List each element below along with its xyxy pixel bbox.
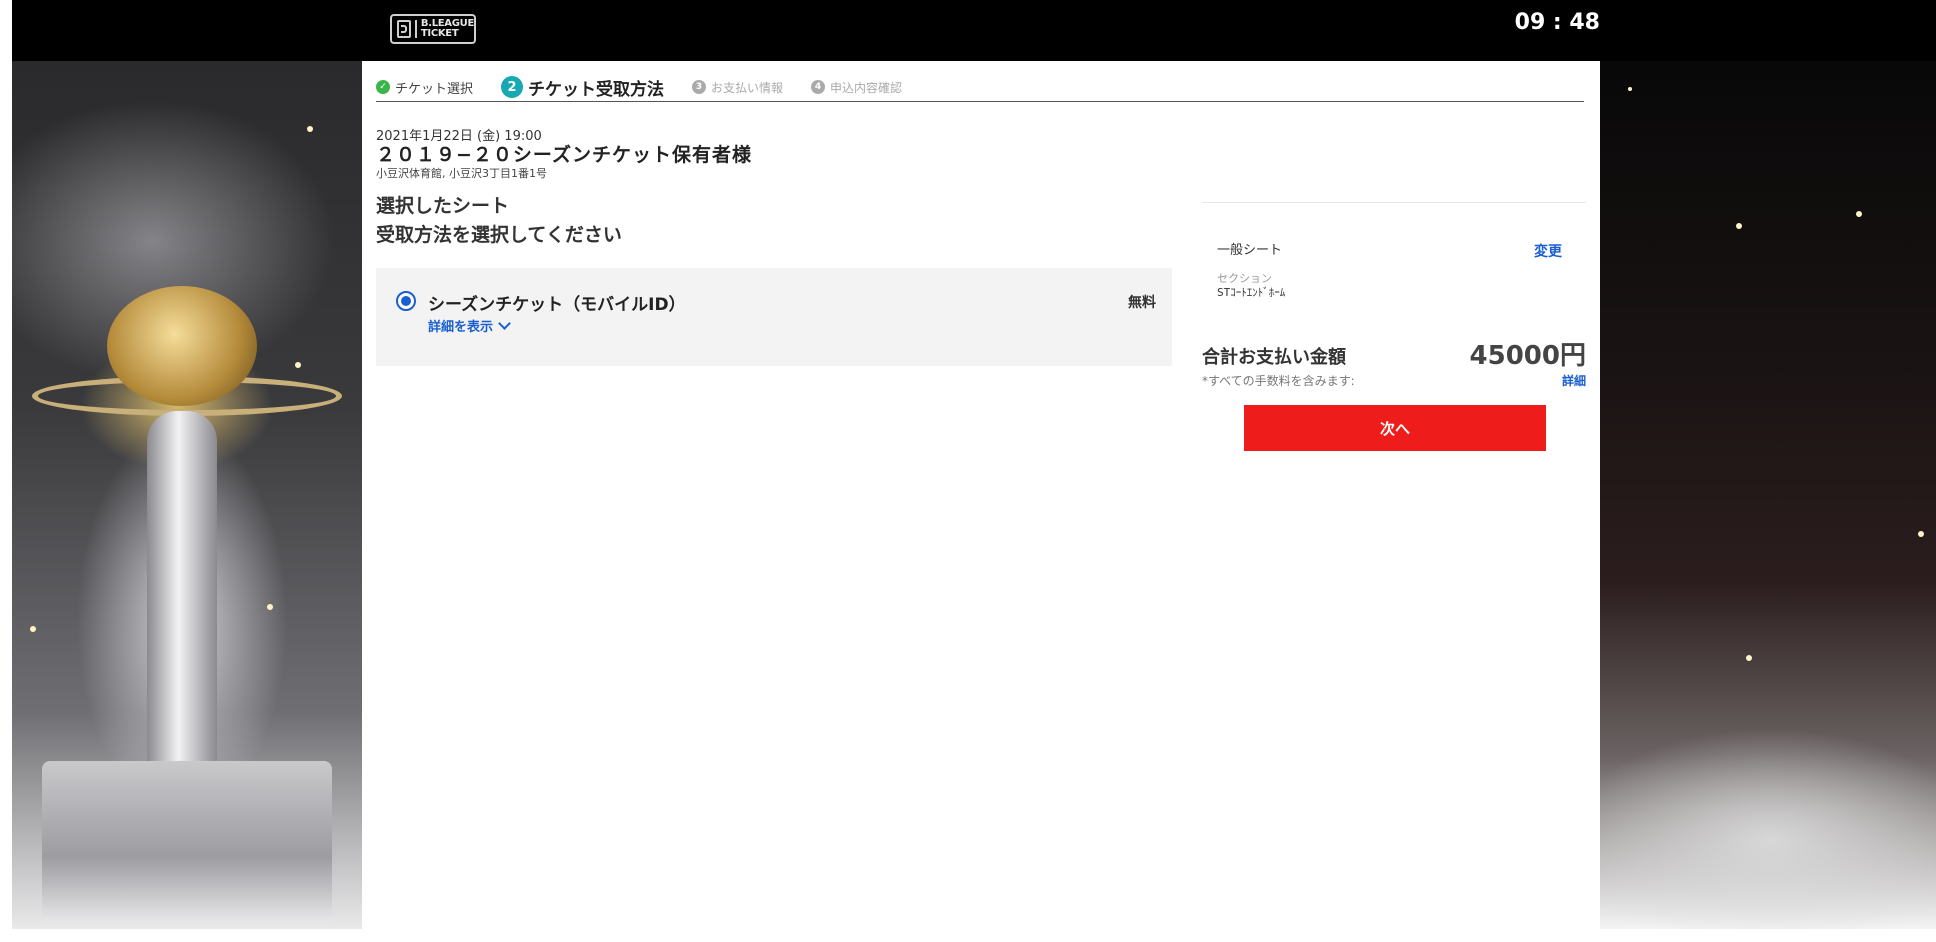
step-label: チケット受取方法 xyxy=(528,79,665,100)
top-bar: B.LEAGUE TICKET 09 : 48 xyxy=(12,0,1936,61)
countdown-clock: 09 : 48 xyxy=(1514,10,1600,35)
logo-divider xyxy=(414,20,417,38)
sparkle xyxy=(1918,531,1924,537)
total-label: 合計お支払い金額 xyxy=(1202,347,1346,368)
trophy-stem xyxy=(147,411,217,791)
step-ticket-select[interactable]: ✓ チケット選択 xyxy=(376,78,473,97)
show-details-link[interactable]: 詳細を表示 xyxy=(428,316,511,335)
sparkle xyxy=(267,604,273,610)
sparkle xyxy=(1746,655,1752,661)
step-number-icon: 2 xyxy=(501,76,524,98)
bleague-ticket-logo[interactable]: B.LEAGUE TICKET xyxy=(390,14,476,44)
check-icon: ✓ xyxy=(376,80,390,94)
chevron-down-icon[interactable] xyxy=(498,316,511,330)
order-summary-panel: 一般シート 変更 セクション STｺｰﾄｴﾝﾄﾞﾎｰﾑ 合計お支払い金額 450… xyxy=(1202,202,1586,522)
show-details-label[interactable]: 詳細を表示 xyxy=(428,316,493,335)
select-method-heading: 受取方法を選択してください xyxy=(376,224,622,246)
right-background-image xyxy=(1600,61,1936,929)
step-label: 申込内容確認 xyxy=(830,80,903,95)
sparkle xyxy=(295,362,301,368)
step-number-icon: 4 xyxy=(811,80,826,94)
event-venue: 小豆沢体育館, 小豆沢3丁目1番1号 xyxy=(376,167,547,180)
logo-text: B.LEAGUE TICKET xyxy=(421,19,474,39)
step-number-icon: 3 xyxy=(692,80,707,94)
option-label[interactable]: シーズンチケット（モバイルID） xyxy=(428,290,686,315)
sparkle xyxy=(307,126,313,132)
summary-divider xyxy=(1202,202,1586,203)
trophy-base xyxy=(42,761,332,921)
trophy-ball xyxy=(107,286,257,406)
step-confirm: 4 申込内容確認 xyxy=(811,79,902,96)
selected-seat-heading: 選択したシート xyxy=(376,195,510,217)
sparkle xyxy=(1736,223,1742,229)
step-payment-info: 3 お支払い情報 xyxy=(692,79,783,96)
change-link[interactable]: 変更 xyxy=(1534,241,1562,261)
page: B.LEAGUE TICKET 09 : 48 ✓ チケット選択 2 チケット受… xyxy=(0,0,1936,942)
option-radio[interactable] xyxy=(396,291,416,311)
sparkle xyxy=(30,626,36,632)
seat-type: 一般シート xyxy=(1217,243,1283,258)
next-button[interactable]: 次へ xyxy=(1244,405,1546,451)
logo-text-line2: TICKET xyxy=(420,28,459,39)
step-receive-method: 2 チケット受取方法 xyxy=(501,75,664,100)
b-logo-icon xyxy=(397,20,411,38)
step-label: お支払い情報 xyxy=(711,80,784,95)
fee-note: *すべての手数料を含みます: xyxy=(1202,374,1355,388)
progress-steps: ✓ チケット選択 2 チケット受取方法 3 お支払い情報 4 申込内容確認 xyxy=(376,73,1584,102)
main-content: ✓ チケット選択 2 チケット受取方法 3 お支払い情報 4 申込内容確認 20… xyxy=(362,61,1600,942)
total-value: 45000円 xyxy=(1469,341,1586,371)
section-value: STｺｰﾄｴﾝﾄﾞﾎｰﾑ xyxy=(1217,286,1286,299)
sparkle xyxy=(1856,211,1862,217)
event-title: ２０１９−２０シーズンチケット保有者様 xyxy=(376,144,752,166)
delivery-option-mobile-id[interactable]: シーズンチケット（モバイルID） 詳細を表示 無料 xyxy=(376,268,1172,366)
sparkle xyxy=(1628,87,1632,91)
step-label: チケット選択 xyxy=(395,81,474,97)
option-price: 無料 xyxy=(1128,295,1156,311)
left-background-image xyxy=(12,61,362,929)
fee-detail-link[interactable]: 詳細 xyxy=(1562,372,1586,389)
